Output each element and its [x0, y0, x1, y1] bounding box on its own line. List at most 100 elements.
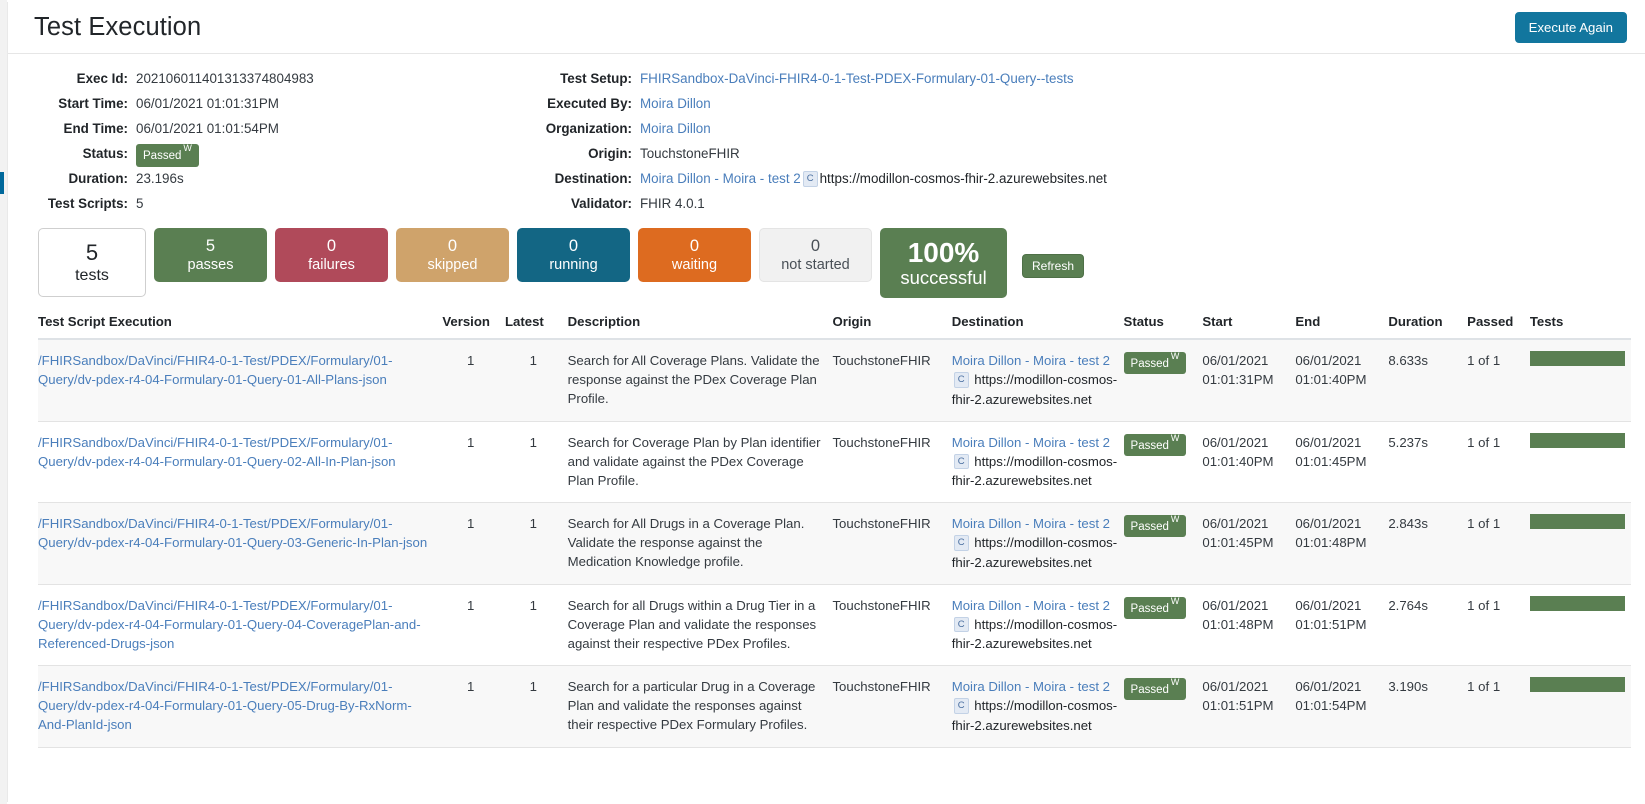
- status-badge-sup: W: [1170, 677, 1180, 687]
- tests-bar-track: [1529, 677, 1625, 692]
- cell-end: 06/01/2021 01:01:48PM: [1295, 502, 1389, 585]
- stat-tile-running[interactable]: 0 running: [517, 228, 630, 282]
- stat-tile-failures[interactable]: 0 failures: [275, 228, 388, 282]
- test-script-link[interactable]: /FHIRSandbox/DaVinci/FHIR4-0-1-Test/PDEX…: [38, 598, 421, 651]
- cell-duration: 3.190s: [1388, 665, 1468, 748]
- end-time: 01:01:45PM: [1295, 453, 1367, 469]
- stat-tile-not-started[interactable]: 0 not started: [759, 228, 872, 282]
- col-version[interactable]: Version: [442, 310, 505, 340]
- test-setup-link[interactable]: FHIRSandbox-DaVinci-FHIR4-0-1-Test-PDEX-…: [640, 71, 1074, 86]
- conformance-chip-icon: C: [953, 535, 969, 551]
- exec-id-value: 202106011401313374804983: [136, 71, 314, 86]
- test-script-link[interactable]: /FHIRSandbox/DaVinci/FHIR4-0-1-Test/PDEX…: [38, 435, 396, 469]
- test-script-link[interactable]: /FHIRSandbox/DaVinci/FHIR4-0-1-Test/PDEX…: [38, 516, 427, 550]
- destination-link[interactable]: Moira Dillon - Moira - test 2: [952, 516, 1110, 531]
- cell-version: 1: [442, 584, 505, 666]
- end-time-label: End Time:: [63, 121, 128, 136]
- col-destination[interactable]: Destination: [951, 310, 1124, 340]
- status-badge: PassedW: [1123, 677, 1187, 701]
- destination-link[interactable]: Moira Dillon - Moira - test 2: [952, 353, 1110, 368]
- start-date: 06/01/2021: [1202, 597, 1269, 613]
- destination-link[interactable]: Moira Dillon - Moira - test 2: [640, 171, 801, 186]
- status-badge-sup: W: [1170, 514, 1180, 524]
- status-badge-text: Passed: [1130, 683, 1169, 696]
- col-test-script-execution[interactable]: Test Script Execution: [38, 310, 443, 340]
- cell-origin: TouchstoneFHIR: [832, 584, 952, 666]
- table-row[interactable]: /FHIRSandbox/DaVinci/FHIR4-0-1-Test/PDEX…: [38, 665, 1631, 748]
- status-badge: PassedW: [1123, 433, 1187, 456]
- executed-by-link[interactable]: Moira Dillon: [640, 96, 711, 111]
- col-tests[interactable]: Tests: [1529, 310, 1631, 340]
- start-time-label: Start Time:: [58, 96, 128, 111]
- status-badge: PassedW: [1123, 352, 1187, 375]
- stat-tile-waiting[interactable]: 0 waiting: [638, 228, 751, 282]
- organization-label: Organization:: [545, 121, 632, 136]
- cell-start: 06/01/2021 01:01:40PM: [1202, 421, 1296, 503]
- table-row[interactable]: /FHIRSandbox/DaVinci/FHIR4-0-1-Test/PDEX…: [38, 339, 1631, 422]
- details-right-column: Test Setup: FHIRSandbox-DaVinci-FHIR4-0-…: [520, 66, 1645, 216]
- status-badge: PassedW: [1123, 596, 1187, 619]
- status-badge: PassedW: [1123, 514, 1187, 538]
- refresh-button[interactable]: Refresh: [1022, 254, 1085, 278]
- stat-waiting-label: waiting: [671, 257, 718, 274]
- scrollbar-thumb[interactable]: [0, 172, 4, 194]
- duration-value: 23.196s: [136, 171, 184, 186]
- col-origin[interactable]: Origin: [832, 310, 952, 340]
- origin-label: Origin:: [588, 146, 632, 161]
- status-badge-text: Passed: [1130, 520, 1169, 533]
- executions-table-container: Test Script Execution Version Latest Des…: [8, 298, 1645, 748]
- col-start[interactable]: Start: [1202, 310, 1296, 340]
- tests-bar-fill: [1529, 677, 1625, 692]
- cell-tests: [1529, 421, 1631, 503]
- start-time: 01:01:40PM: [1202, 453, 1274, 469]
- col-end[interactable]: End: [1295, 310, 1389, 340]
- cell-latest: 1: [504, 665, 568, 748]
- cell-script: /FHIRSandbox/DaVinci/FHIR4-0-1-Test/PDEX…: [38, 584, 443, 666]
- stat-tile-skipped[interactable]: 0 skipped: [396, 228, 509, 282]
- destination-url: https://modillon-cosmos-fhir-2.azurewebs…: [951, 453, 1118, 489]
- stat-failures-count: 0: [326, 236, 337, 255]
- executions-table: Test Script Execution Version Latest Des…: [38, 310, 1631, 748]
- status-badge-text: Passed: [143, 150, 182, 162]
- cell-destination: Moira Dillon - Moira - test 2 C https://…: [951, 584, 1124, 666]
- start-time-value: 06/01/2021 01:01:31PM: [136, 96, 279, 111]
- stat-percent-label: successful: [900, 267, 987, 289]
- destination-link[interactable]: Moira Dillon - Moira - test 2: [952, 598, 1110, 613]
- cell-status: PassedW: [1123, 584, 1203, 666]
- end-time: 01:01:48PM: [1295, 535, 1367, 550]
- start-time: 01:01:51PM: [1202, 698, 1274, 713]
- execute-again-button[interactable]: Execute Again: [1514, 11, 1627, 44]
- stat-running-label: running: [549, 257, 598, 274]
- table-row[interactable]: /FHIRSandbox/DaVinci/FHIR4-0-1-Test/PDEX…: [38, 421, 1631, 503]
- col-passed[interactable]: Passed: [1467, 310, 1530, 340]
- cell-passed: 1 of 1: [1467, 421, 1530, 503]
- end-date: 06/01/2021: [1295, 353, 1362, 368]
- stat-tests-count: 5: [85, 239, 99, 265]
- page-header: Test Execution Execute Again: [8, 2, 1645, 54]
- cell-script: /FHIRSandbox/DaVinci/FHIR4-0-1-Test/PDEX…: [38, 502, 443, 585]
- execution-card: Test Execution Execute Again Exec Id: 20…: [7, 2, 1645, 802]
- cell-description: Search for Coverage Plan by Plan identif…: [567, 421, 833, 503]
- stat-tile-passes[interactable]: 5 passes: [154, 228, 267, 282]
- table-row[interactable]: /FHIRSandbox/DaVinci/FHIR4-0-1-Test/PDEX…: [38, 584, 1631, 666]
- col-latest[interactable]: Latest: [504, 310, 568, 340]
- col-duration[interactable]: Duration: [1388, 310, 1468, 340]
- destination-link[interactable]: Moira Dillon - Moira - test 2: [952, 679, 1110, 694]
- exec-id-label: Exec Id:: [76, 71, 128, 86]
- cell-start: 06/01/2021 01:01:31PM: [1202, 339, 1296, 422]
- cell-version: 1: [442, 339, 505, 422]
- tests-bar-fill: [1529, 514, 1625, 529]
- col-description[interactable]: Description: [567, 310, 833, 340]
- cell-destination: Moira Dillon - Moira - test 2 C https://…: [951, 421, 1124, 503]
- destination-link[interactable]: Moira Dillon - Moira - test 2: [952, 435, 1110, 450]
- organization-link[interactable]: Moira Dillon: [640, 121, 711, 136]
- stat-tile-tests[interactable]: 5 tests: [38, 228, 146, 297]
- table-row[interactable]: /FHIRSandbox/DaVinci/FHIR4-0-1-Test/PDEX…: [38, 502, 1631, 585]
- page-scrollbar[interactable]: [0, 0, 7, 804]
- duration-label: Duration:: [68, 171, 128, 186]
- test-script-link[interactable]: /FHIRSandbox/DaVinci/FHIR4-0-1-Test/PDEX…: [38, 679, 412, 732]
- test-script-link[interactable]: /FHIRSandbox/DaVinci/FHIR4-0-1-Test/PDEX…: [38, 353, 392, 387]
- table-body: /FHIRSandbox/DaVinci/FHIR4-0-1-Test/PDEX…: [38, 339, 1631, 748]
- status-value: PassedW: [136, 141, 520, 167]
- col-status[interactable]: Status: [1123, 310, 1203, 340]
